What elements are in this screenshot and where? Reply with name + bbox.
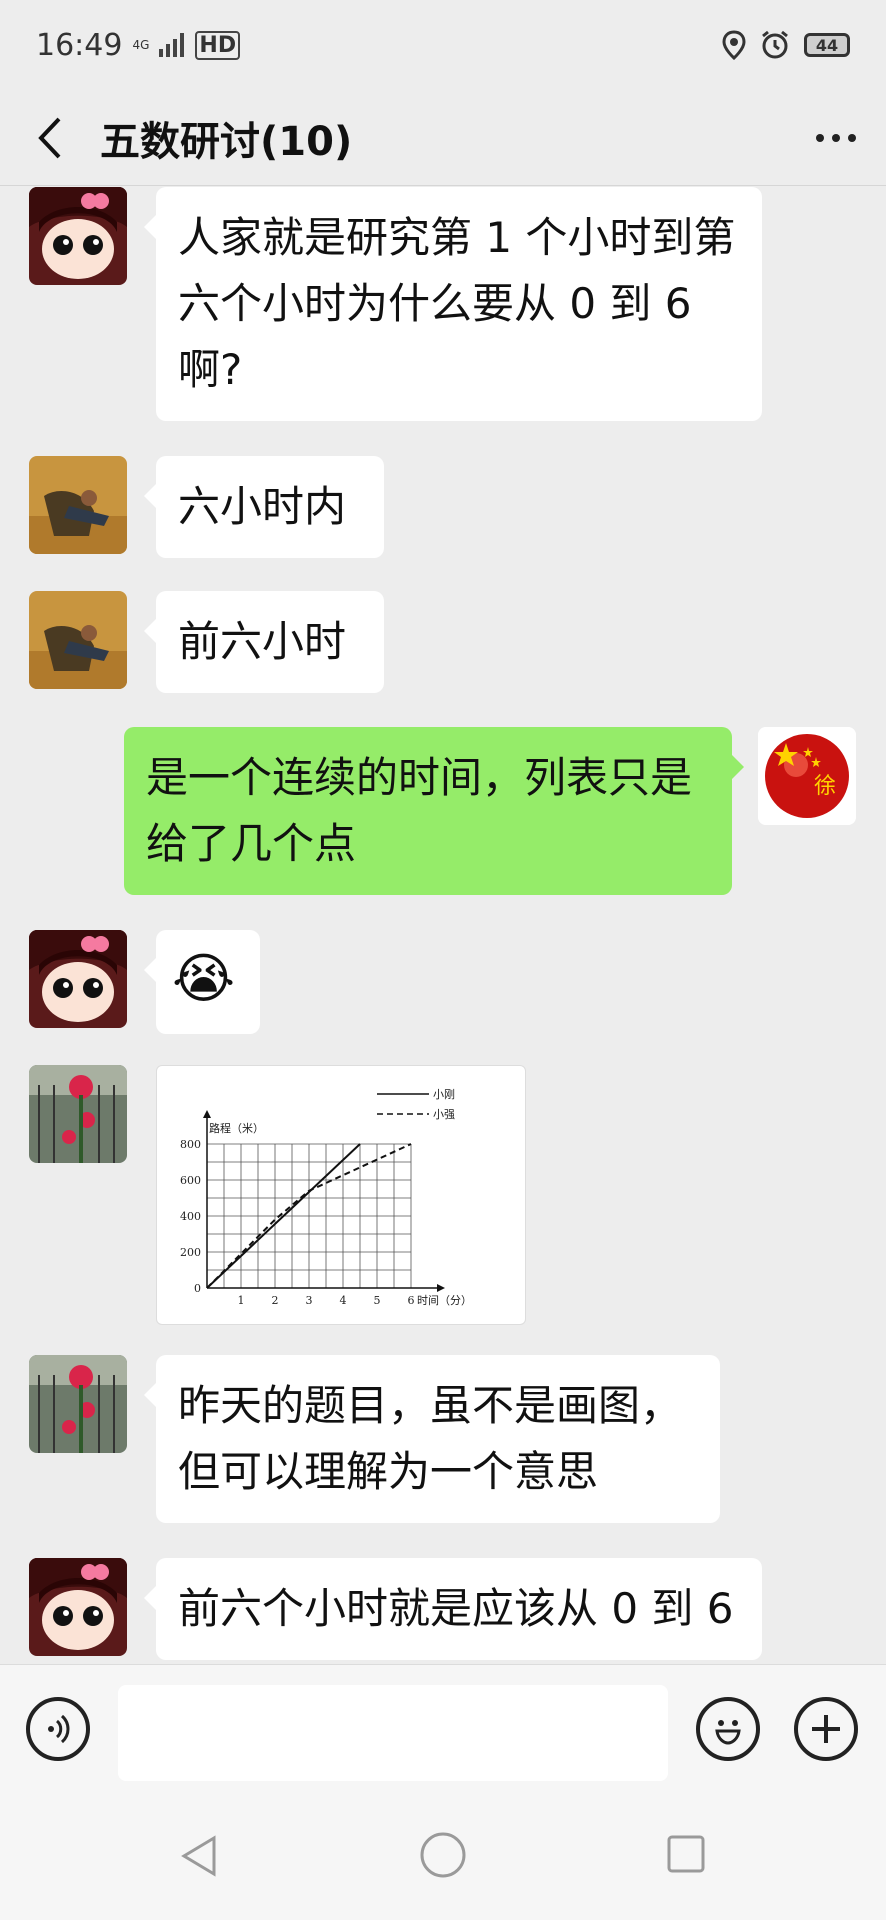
x-tick-label: 3 [306, 1294, 313, 1307]
y-tick-label: 0 [194, 1282, 201, 1295]
x-tick-label: 2 [272, 1294, 279, 1307]
legend-label: 小强 [433, 1108, 455, 1121]
message-input[interactable] [118, 1685, 668, 1781]
avatar-gleaner[interactable] [29, 456, 127, 554]
legend-label: 小刚 [433, 1088, 455, 1101]
nav-home-icon[interactable] [418, 1830, 468, 1880]
location-icon [722, 30, 746, 60]
plus-icon [812, 1715, 840, 1743]
emoji-button[interactable] [696, 1697, 760, 1761]
message-text: 人家就是研究第 1 个小时到第六个小时为什么要从 0 到 6 啊? [178, 213, 736, 394]
cartoon-girl-avatar-icon [29, 187, 127, 285]
more-dot [848, 133, 856, 142]
chat-header: 五数研讨(10) [0, 90, 886, 186]
signal-icon [159, 33, 185, 57]
rose-avatar-icon [29, 1065, 127, 1163]
red-ball-avatar-icon: 徐 [758, 727, 856, 825]
back-button[interactable] [0, 90, 100, 186]
smiley-icon [715, 1720, 741, 1745]
crying-face-emoji: 😭 [172, 947, 236, 1010]
status-time: 16:49 [36, 27, 123, 63]
cartoon-girl-avatar-icon [29, 1558, 127, 1656]
y-tick-label: 800 [180, 1138, 201, 1151]
y-axis-arrow [203, 1110, 211, 1118]
more-options-button[interactable] [786, 133, 886, 142]
svg-text:徐: 徐 [814, 774, 836, 799]
message-list[interactable]: 人家就是研究第 1 个小时到第六个小时为什么要从 0 到 6 啊? 六小时内 前… [0, 187, 886, 1663]
y-tick-label: 400 [180, 1210, 201, 1223]
x-axis-label: 时间（分） [417, 1294, 472, 1307]
avatar-cartoon-girl[interactable] [29, 1558, 127, 1656]
network-label: 4G [132, 38, 150, 52]
message-bubble[interactable]: 人家就是研究第 1 个小时到第六个小时为什么要从 0 到 6 啊? [144, 187, 762, 421]
chat-title: 五数研讨(10) [100, 118, 353, 165]
x-tick-label: 5 [374, 1294, 381, 1307]
x-tick-label: 4 [340, 1294, 347, 1307]
back-arrow-icon [38, 117, 61, 158]
line-chart: 1 2 3 4 5 6 0 200 400 600 800 路程（米） 时间（分） 小刚小强 [180, 1088, 472, 1307]
message-bubble[interactable]: 昨天的题目，虽不是画图，但可以理解为一个意思 [144, 1355, 720, 1523]
rose-avatar-icon [29, 1355, 127, 1453]
battery-level: 44 [815, 35, 839, 55]
system-nav-bar [0, 1792, 886, 1920]
avatar-gleaner[interactable] [29, 591, 127, 689]
message-bubble[interactable]: 前六小时 [144, 591, 384, 693]
x-tick-label: 6 [408, 1294, 415, 1307]
painting-avatar-icon [29, 591, 127, 689]
message-text: 是一个连续的时间，列表只是给了几个点 [146, 753, 693, 868]
nav-back-icon[interactable] [176, 1832, 224, 1880]
more-functions-button[interactable] [794, 1697, 858, 1761]
input-bar [0, 1664, 886, 1793]
message-text: 前六小时 [178, 617, 347, 666]
image-message[interactable]: 1 2 3 4 5 6 0 200 400 600 800 路程（米） 时间（分） 小刚小强 [156, 1065, 526, 1325]
message-text: 前六个小时就是应该从 0 到 6 [178, 1584, 734, 1633]
nav-recents-icon[interactable] [664, 1832, 708, 1876]
voice-button[interactable] [26, 1697, 90, 1761]
message-bubble[interactable]: 六小时内 [144, 456, 384, 558]
cartoon-girl-avatar-icon [29, 930, 127, 1028]
y-axis-label: 路程（米） [209, 1122, 264, 1135]
alarm-icon [762, 30, 788, 59]
painting-avatar-icon [29, 456, 127, 554]
message-text: 六小时内 [178, 482, 347, 531]
hd-badge: HD [195, 30, 241, 60]
status-left: 16:49 4G HD [36, 27, 241, 63]
message-text: 昨天的题目，虽不是画图，但可以理解为一个意思 [178, 1381, 683, 1496]
message-bubble[interactable]: 前六个小时就是应该从 0 到 6 [144, 1558, 762, 1660]
voice-icon [48, 1714, 70, 1744]
avatar-rose[interactable] [29, 1065, 127, 1163]
avatar-rose[interactable] [29, 1355, 127, 1453]
battery-indicator: 44 [804, 33, 850, 57]
x-tick-label: 1 [238, 1294, 245, 1307]
more-dot [816, 133, 824, 142]
status-right: 44 [722, 30, 850, 60]
more-dot [832, 133, 840, 142]
y-tick-label: 200 [180, 1246, 201, 1259]
emoji-bubble[interactable]: 😭 [144, 930, 260, 1034]
avatar-cartoon-girl[interactable] [29, 930, 127, 1028]
status-bar: 16:49 4G HD 44 [0, 0, 886, 90]
y-tick-label: 600 [180, 1174, 201, 1187]
avatar-cartoon-girl[interactable] [29, 187, 127, 285]
avatar-self[interactable]: 徐 [758, 727, 856, 825]
x-axis-arrow [437, 1284, 445, 1292]
message-bubble-self[interactable]: 是一个连续的时间，列表只是给了几个点 [124, 727, 744, 895]
